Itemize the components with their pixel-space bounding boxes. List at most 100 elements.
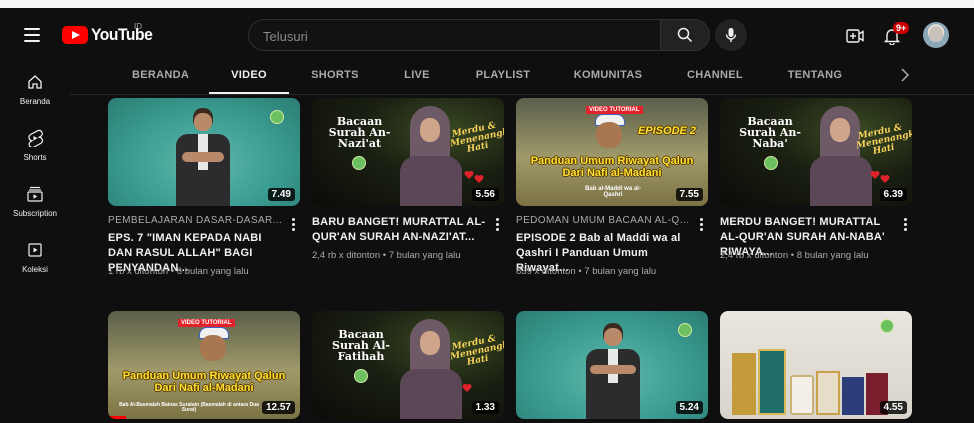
thumbnail-title: Bacaan Surah An-Nazi'at	[328, 115, 391, 150]
video-duration: 5.56	[471, 188, 499, 201]
presenter-figure	[190, 327, 236, 367]
channel-seal-icon	[764, 156, 778, 170]
video-meta: 2,4 rb x ditonton • 7 bulan yang lalu	[312, 250, 461, 261]
video-thumbnail[interactable]: Bacaan Surah Al-Fatihah Merdu & Menenang…	[312, 311, 504, 419]
thumbnail-title: Bacaan Surah An-Naba'	[739, 115, 801, 150]
thumbnail-title: Bacaan Surah Al-Fatihah	[332, 328, 390, 363]
sidebar-item-koleksi[interactable]: Koleksi	[0, 240, 70, 296]
channel-seal-icon	[270, 110, 284, 124]
video-thumbnail[interactable]: VIDEO TUTORIAL EPISODE 2 Panduan Umum Ri…	[516, 98, 708, 206]
video-card: VIDEO TUTORIAL Panduan Umum Riwayat Qalu…	[108, 311, 300, 419]
video-thumbnail[interactable]: Bacaan Surah An-Nazi'at Merdu & Menenang…	[312, 98, 504, 206]
sidebar-item-shorts[interactable]: Shorts	[0, 128, 70, 184]
create-button[interactable]	[843, 24, 867, 48]
youtube-logo[interactable]: YouTube	[62, 25, 158, 45]
video-card: 4.55	[720, 311, 912, 419]
video-duration: 1.33	[471, 401, 499, 414]
video-thumbnail[interactable]: 7.49	[108, 98, 300, 206]
tab-komunitas[interactable]: KOMUNITAS	[571, 60, 645, 92]
thumbnail-title: Panduan Umum Riwayat Qalun Dari Nafi al-…	[122, 370, 286, 394]
video-playlist-label[interactable]: PEMBELAJARAN DASAR-DASAR...	[108, 215, 283, 226]
chevron-right-icon	[901, 68, 910, 82]
presenter-figure	[168, 108, 238, 206]
shorts-icon	[28, 129, 43, 147]
subscriptions-icon	[27, 186, 43, 202]
thumbnail-title: Panduan Umum Riwayat Qalun Dari Nafi al-…	[530, 155, 694, 179]
tab-video[interactable]: VIDEO	[209, 60, 289, 94]
sidebar-item-subscription[interactable]: Subscription	[0, 184, 70, 240]
tab-beranda[interactable]: BERANDA	[132, 60, 189, 92]
home-icon	[28, 75, 42, 89]
heart-icon	[462, 384, 472, 392]
tab-tentang[interactable]: TENTANG	[786, 60, 844, 92]
video-playlist-label[interactable]: PEDOMAN UMUM BACAAN AL-QUR'A...	[516, 215, 691, 226]
video-thumbnail[interactable]: VIDEO TUTORIAL Panduan Umum Riwayat Qalu…	[108, 311, 300, 419]
sidebar-item-label: Shorts	[23, 153, 47, 162]
video-meta: 2,4 rb x ditonton • 8 bulan yang lalu	[720, 250, 869, 261]
video-thumbnail[interactable]: 5.24	[516, 311, 708, 419]
video-duration: 6.39	[879, 188, 907, 201]
video-card: VIDEO TUTORIAL EPISODE 2 Panduan Umum Ri…	[516, 98, 708, 288]
more-actions-button[interactable]	[696, 216, 706, 232]
browser-top-strip	[0, 0, 974, 8]
thumbnail-episode: EPISODE 2	[637, 125, 697, 137]
video-meta: 1 rb x ditonton • 6 bulan yang lalu	[108, 266, 249, 277]
logo-text: YouTube	[91, 25, 153, 44]
more-actions-button[interactable]	[492, 216, 502, 232]
video-card: Bacaan Surah An-Nazi'at Merdu & Menenang…	[312, 98, 504, 288]
account-avatar[interactable]	[923, 22, 949, 48]
tab-live[interactable]: LIVE	[400, 60, 434, 92]
book-stack-image	[732, 349, 902, 419]
search-input[interactable]	[261, 20, 645, 52]
thumbnail-subtitle: Bab Al-Basmalah Bainas Suratain (Basmala…	[119, 402, 259, 413]
presenter-figure	[586, 114, 632, 154]
tab-shorts[interactable]: SHORTS	[310, 60, 360, 92]
presenter-figure	[578, 323, 648, 419]
tab-channel[interactable]: CHANNEL	[686, 60, 744, 92]
sidebar-item-label: Beranda	[19, 97, 51, 106]
video-thumbnail[interactable]: Bacaan Surah An-Naba' Merdu & Menenangka…	[720, 98, 912, 206]
sidebar-item-beranda[interactable]: Beranda	[0, 72, 70, 128]
video-card: 5.24	[516, 311, 708, 419]
heart-icon	[474, 175, 484, 183]
thumbnail-tag: VIDEO TUTORIAL	[586, 106, 643, 114]
logo-country-code: ID	[134, 22, 142, 31]
menu-button[interactable]	[21, 25, 45, 45]
heart-icon	[464, 171, 474, 179]
youtube-play-icon	[62, 26, 88, 44]
tab-playlist[interactable]: PLAYLIST	[474, 60, 532, 92]
heart-icon	[880, 175, 890, 183]
video-duration: 12.57	[261, 401, 295, 414]
create-video-icon	[846, 29, 864, 43]
tabs-divider	[70, 94, 974, 95]
search-box	[248, 19, 661, 52]
more-actions-button[interactable]	[900, 216, 910, 232]
video-duration: 4.55	[879, 401, 907, 414]
video-title[interactable]: BARU BANGET! MURATTAL AL-QUR'AN SURAH AN…	[312, 215, 490, 245]
video-duration: 7.55	[675, 188, 703, 201]
channel-seal-icon	[354, 369, 368, 383]
notification-count-badge: 9+	[893, 22, 910, 34]
watch-progress-bar	[108, 416, 126, 419]
library-icon	[28, 243, 42, 257]
video-card: Bacaan Surah An-Naba' Merdu & Menenangka…	[720, 98, 912, 288]
video-card: Bacaan Surah Al-Fatihah Merdu & Menenang…	[312, 311, 504, 419]
microphone-icon	[725, 28, 737, 42]
channel-seal-icon	[678, 323, 692, 337]
video-duration: 5.24	[675, 401, 703, 414]
video-card: 7.49 PEMBELAJARAN DASAR-DASAR... EPS. 7 …	[108, 98, 300, 288]
sidebar-item-label: Subscription	[12, 209, 58, 218]
thumbnail-tag: VIDEO TUTORIAL	[178, 319, 235, 327]
sidebar-item-label: Koleksi	[22, 265, 48, 274]
heart-icon	[870, 171, 880, 179]
channel-seal-icon	[880, 319, 894, 333]
tabs-scroll-right-button[interactable]	[898, 66, 912, 84]
search-icon	[677, 27, 693, 43]
thumbnail-subtitle: Bab al-Maddi wa al-Qashri	[585, 186, 641, 198]
search-button[interactable]	[660, 19, 710, 51]
video-duration: 7.49	[267, 188, 295, 201]
voice-search-button[interactable]	[715, 19, 747, 51]
video-thumbnail[interactable]: 4.55	[720, 311, 912, 419]
channel-seal-icon	[352, 156, 366, 170]
more-actions-button[interactable]	[288, 216, 298, 232]
